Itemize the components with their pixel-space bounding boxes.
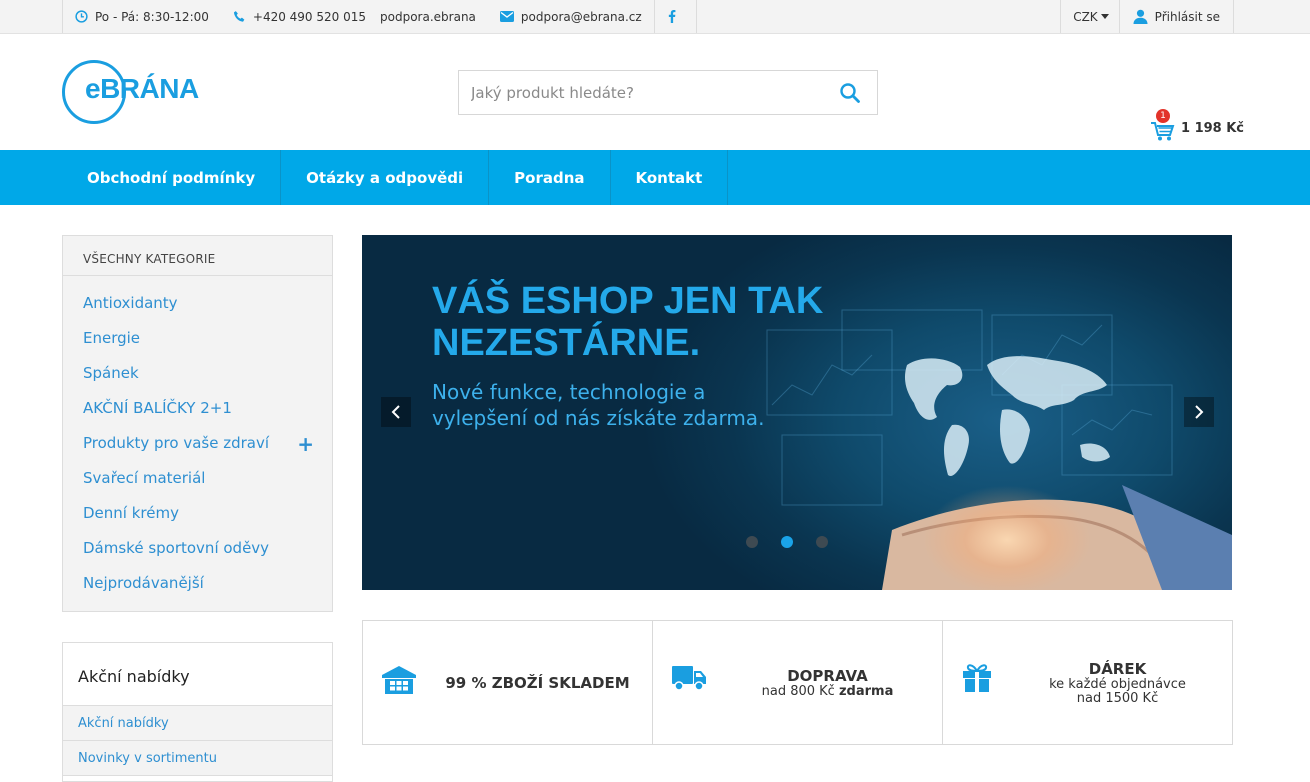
hero-slider: VÁŠ ESHOP JEN TAK NEZESTÁRNE. Nové funkc… [362,235,1232,590]
cart-total: 1 198 Kč [1181,120,1245,136]
category-item[interactable]: Dámské sportovní oděvy [63,530,332,565]
email-link[interactable]: podpora@ebrana.cz [488,0,655,33]
opening-hours-text: Po - Pá: 8:30-12:00 [95,9,209,24]
feature-shipping-sub-text: nad 800 Kč [761,683,835,699]
feature-gift-sub2: nad 1500 Kč [1076,690,1159,706]
nav-item-terms[interactable]: Obchodní podmínky [62,150,282,205]
hero-subtitle: Nové funkce, technologie a vylepšení od … [432,380,765,430]
nav-item-faq[interactable]: Otázky a odpovědi [281,150,490,205]
envelope-icon [499,11,514,22]
cart-count-badge: 1 [1156,109,1170,123]
search-icon[interactable] [839,82,861,104]
search-box [458,70,878,115]
category-item[interactable]: Denní krémy [63,495,332,530]
feature-shipping-title: DOPRAVA [787,666,868,685]
currency-value: CZK [1073,9,1098,24]
hero-title: VÁŠ ESHOP JEN TAK NEZESTÁRNE. [432,280,824,364]
category-item-label: Produkty pro vaše zdraví [83,433,270,452]
site-header: eBRÁNA 1 1 198 Kč [0,34,1310,150]
feature-gift-sub1: ke každé objednávce [1049,676,1186,692]
currency-select[interactable]: CZK [1061,0,1120,33]
slider-dots [746,536,851,548]
feature-stock: 99 % ZBOŽÍ SKLADEM [363,621,653,744]
hero-glow [922,485,1092,590]
category-item[interactable]: AKČNÍ BALÍČKY 2+1 [63,390,332,425]
slider-dot-1[interactable] [746,536,758,548]
feature-gift-title: DÁREK [1088,659,1147,678]
caret-down-icon [1100,14,1109,19]
features-strip: 99 % ZBOŽÍ SKLADEM DOPRAVA nad 800 Kč zd… [362,620,1233,745]
slider-dot-2[interactable] [781,536,793,548]
site-logo[interactable]: eBRÁNA [62,58,222,126]
logo-text: eBRÁNA [85,73,199,104]
category-sidebar: VŠECHNY KATEGORIE Antioxidanty Energie S… [62,235,333,612]
opening-hours: Po - Pá: 8:30-12:00 [63,0,221,33]
category-item[interactable]: Energie [63,320,332,355]
login-label: Přihlásit se [1154,9,1220,24]
search-input[interactable] [459,71,829,114]
top-bar: Po - Pá: 8:30-12:00 +420 490 520 015 pod… [0,0,1310,34]
nav-item-advice[interactable]: Poradna [489,150,611,205]
feature-stock-title: 99 % ZBOŽÍ SKLADEM [445,673,630,692]
main-nav: Obchodní podmínky Otázky a odpovědi Pora… [0,150,1310,205]
feature-shipping-sub-bold: zdarma [838,683,894,699]
warehouse-icon [382,666,416,694]
category-item-expandable[interactable]: Produkty pro vaše zdraví + [63,425,332,460]
facebook-link[interactable] [655,0,697,33]
phone-icon [233,11,245,22]
category-item[interactable]: Svařecí materiál [63,460,332,495]
phone-link[interactable]: +420 490 520 015 [221,0,378,33]
nav-item-contact[interactable]: Kontakt [611,150,729,205]
skype-link[interactable]: podpora.ebrana [378,0,488,33]
chevron-left-icon [391,405,400,419]
offers-heading: Akční nabídky [63,643,332,706]
category-heading: VŠECHNY KATEGORIE [63,236,332,276]
facebook-icon [668,10,676,23]
user-icon [1133,9,1148,24]
category-list: Antioxidanty Energie Spánek AKČNÍ BALÍČK… [63,276,332,600]
email-address: podpora@ebrana.cz [520,9,642,24]
offers-item[interactable]: Akční nabídky [63,706,332,741]
slider-next-button[interactable] [1184,397,1214,427]
expand-plus-icon[interactable]: + [297,432,314,456]
gift-icon [963,664,991,692]
skype-name: podpora.ebrana [380,9,476,24]
slider-dot-3[interactable] [816,536,828,548]
offers-item[interactable]: Novinky v sortimentu [63,741,332,776]
phone-number: +420 490 520 015 [252,9,367,24]
login-link[interactable]: Přihlásit se [1120,0,1234,33]
offers-box: Akční nabídky Akční nabídky Novinky v so… [62,642,333,782]
delivery-truck-icon [672,666,706,691]
feature-shipping-sub: nad 800 Kč zdarma [761,683,894,699]
category-item[interactable]: Spánek [63,355,332,390]
cart-icon-wrap: 1 [1150,109,1176,142]
clock-icon [75,10,88,23]
slider-prev-button[interactable] [381,397,411,427]
category-item[interactable]: Nejprodávanější [63,565,332,600]
feature-gift: DÁREK ke každé objednávce nad 1500 Kč [943,621,1232,744]
chevron-right-icon [1195,405,1204,419]
category-item[interactable]: Antioxidanty [63,285,332,320]
feature-shipping: DOPRAVA nad 800 Kč zdarma [653,621,943,744]
cart-widget[interactable]: 1 1 198 Kč [1150,109,1245,142]
